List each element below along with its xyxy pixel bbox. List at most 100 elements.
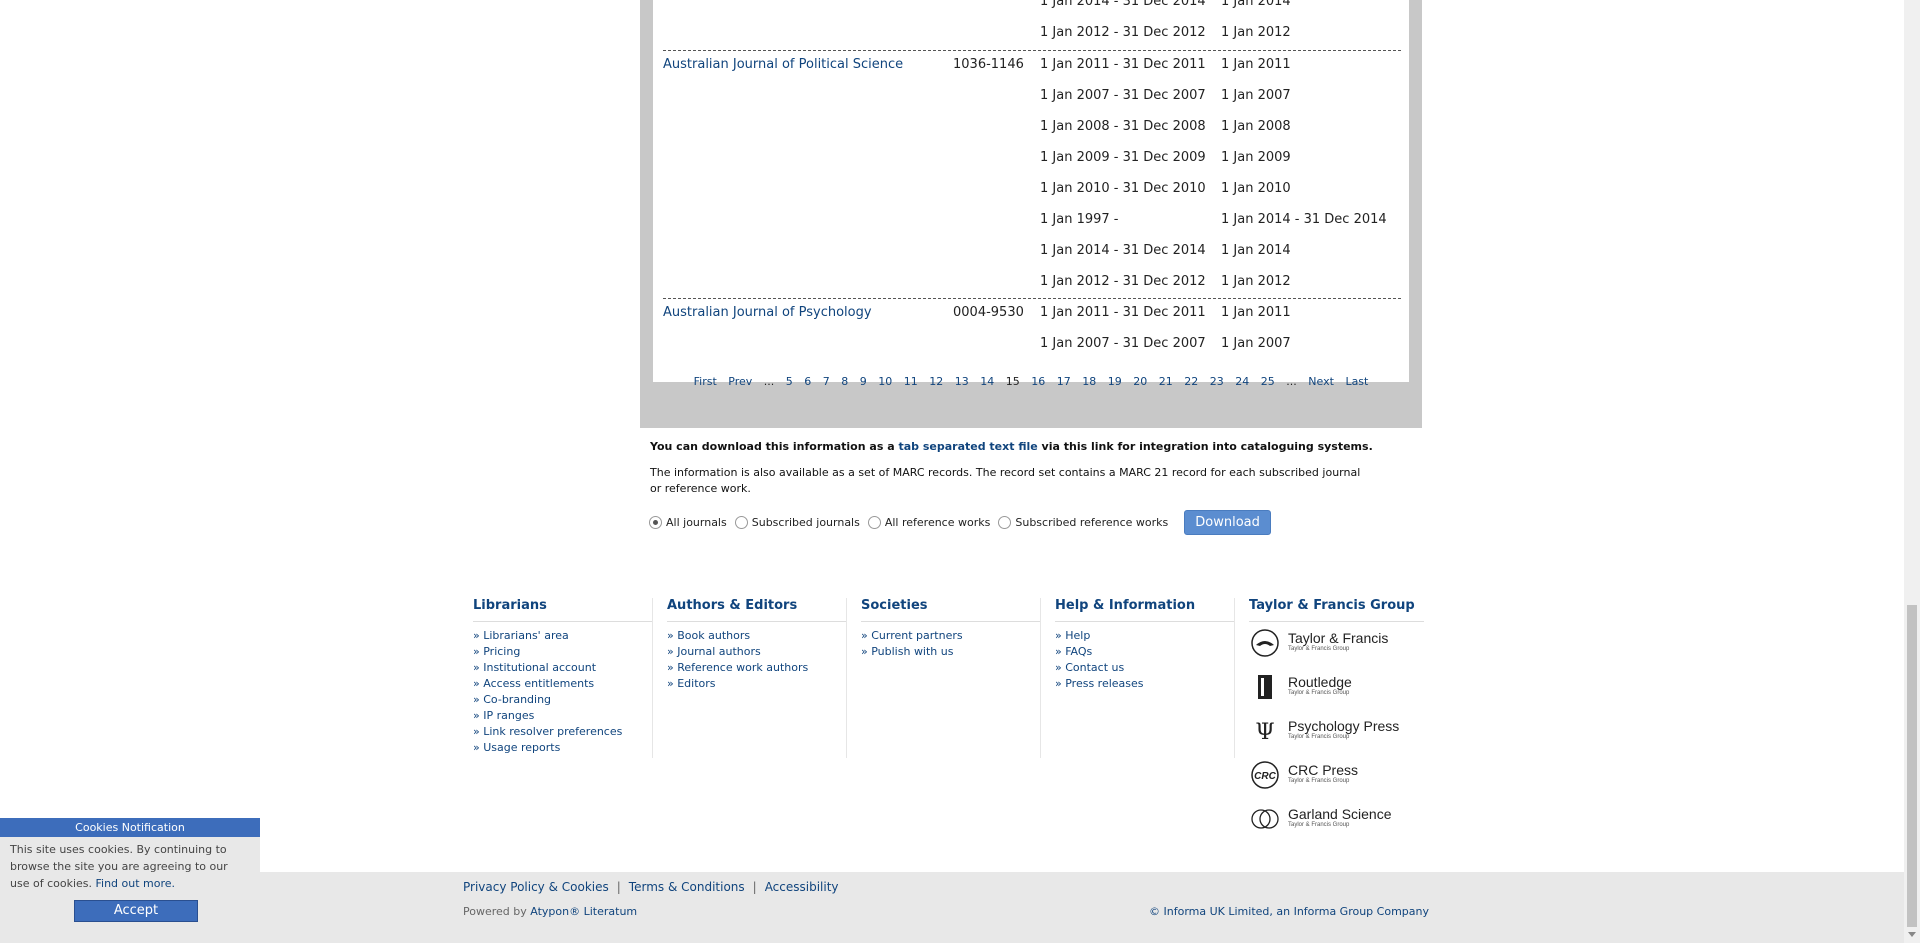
footer-link[interactable]: FAQs	[1055, 644, 1235, 660]
pagination: First Prev ... 5 6 7 8 9 10 11 12 13 14 …	[640, 375, 1422, 395]
footer-link[interactable]: Co-branding	[473, 692, 653, 708]
footer-link[interactable]: Journal authors	[667, 644, 847, 660]
pager-page[interactable]: 8	[841, 375, 848, 388]
powered-by: Powered by Atypon® Literatum	[463, 905, 637, 918]
pager-next[interactable]: Next	[1308, 375, 1334, 388]
footer-link[interactable]: Access entitlements	[473, 676, 653, 692]
svg-text:Ψ: Ψ	[1255, 720, 1274, 745]
pager-page[interactable]: 23	[1210, 375, 1224, 388]
routledge-logo-icon	[1258, 675, 1272, 699]
table-cell: 1 Jan 2014 - 31 Dec 2014	[1221, 212, 1387, 227]
pager-last[interactable]: Last	[1345, 375, 1368, 388]
tab-separated-file-link[interactable]: tab separated text file	[898, 440, 1037, 453]
radio-subscribed-journals[interactable]	[734, 516, 748, 529]
footer-link[interactable]: Current partners	[861, 628, 1041, 644]
pager-page[interactable]: 7	[823, 375, 830, 388]
pager-page[interactable]: 14	[980, 375, 994, 388]
holdings-table-container: 1 Jan 2014 - 31 Dec 2014 1 Jan 2014 1 Ja…	[640, 0, 1422, 428]
pager-page[interactable]: 10	[878, 375, 892, 388]
footer-column-societies: Societies Current partners Publish with …	[861, 598, 1041, 660]
footer-link[interactable]: Editors	[667, 676, 847, 692]
powered-by-label: Powered by	[463, 905, 531, 918]
pager-page[interactable]: 9	[860, 375, 867, 388]
table-cell: 1 Jan 2009	[1221, 150, 1291, 165]
footer-link[interactable]: Publish with us	[861, 644, 1041, 660]
table-cell: 1 Jan 1997 -	[1040, 212, 1119, 227]
privacy-policy-link[interactable]: Privacy Policy & Cookies	[463, 880, 609, 894]
footer-link[interactable]: Contact us	[1055, 660, 1235, 676]
journal-title-link[interactable]: Australian Journal of Political Science	[663, 57, 903, 72]
journal-title-link[interactable]: Australian Journal of Psychology	[663, 305, 872, 320]
marc-info: The information is also available as a s…	[650, 466, 1361, 495]
brand-taylor-francis[interactable]: Taylor & Francis Taylor & Francis Group	[1250, 628, 1400, 660]
footer-link[interactable]: Help	[1055, 628, 1235, 644]
pager-page[interactable]: 18	[1082, 375, 1096, 388]
footer-column-help: Help & Information Help FAQs Contact us …	[1055, 598, 1235, 692]
radio-all-journals[interactable]	[649, 516, 662, 529]
footer-link[interactable]: Press releases	[1055, 676, 1235, 692]
footer-divider	[1234, 598, 1235, 758]
brand-garland-science[interactable]: Garland Science Taylor & Francis Group	[1250, 804, 1400, 836]
pager-page[interactable]: 16	[1031, 375, 1045, 388]
brand-routledge[interactable]: Routledge Taylor & Francis Group	[1250, 672, 1400, 704]
footer-link[interactable]: Institutional account	[473, 660, 653, 676]
journal-issn: 0004-9530	[953, 305, 1024, 320]
footer-divider	[652, 598, 653, 758]
table-cell: 1 Jan 2011 - 31 Dec 2011	[1040, 57, 1206, 72]
accept-cookies-button[interactable]: Accept	[74, 900, 198, 922]
table-cell: 1 Jan 2012	[1221, 274, 1291, 289]
footer-link[interactable]: Link resolver preferences	[473, 724, 653, 740]
pager-first[interactable]: First	[694, 375, 717, 388]
table-cell: 1 Jan 2012	[1221, 25, 1291, 40]
scroll-down-arrow-icon[interactable]	[1908, 932, 1916, 937]
svg-text:CRC: CRC	[1254, 771, 1276, 782]
footer-link[interactable]: IP ranges	[473, 708, 653, 724]
pager-page[interactable]: 25	[1261, 375, 1275, 388]
pager-page[interactable]: 19	[1108, 375, 1122, 388]
pager-page[interactable]: 5	[786, 375, 793, 388]
table-cell: 1 Jan 2012 - 31 Dec 2012	[1040, 274, 1206, 289]
footer-link[interactable]: Pricing	[473, 644, 653, 660]
cookie-text: This site uses cookies. By continuing to…	[0, 837, 260, 892]
pager-page[interactable]: 13	[955, 375, 969, 388]
footer-column-title: Taylor & Francis Group	[1249, 598, 1424, 622]
table-cell: 1 Jan 2011	[1221, 57, 1291, 72]
pager-page[interactable]: 24	[1235, 375, 1249, 388]
terms-conditions-link[interactable]: Terms & Conditions	[629, 880, 745, 894]
brand-crc-press[interactable]: CRC CRC Press Taylor & Francis Group	[1250, 760, 1400, 792]
footer-link[interactable]: Book authors	[667, 628, 847, 644]
brand-psychology-press[interactable]: Ψ Psychology Press Taylor & Francis Grou…	[1250, 716, 1400, 748]
footer-link[interactable]: Librarians' area	[473, 628, 653, 644]
pager-page[interactable]: 22	[1184, 375, 1198, 388]
atypon-link[interactable]: Atypon® Literatum	[530, 905, 637, 918]
download-button[interactable]: Download	[1184, 510, 1271, 535]
radio-subscribed-reference-works[interactable]	[998, 516, 1012, 529]
scrollbar-thumb[interactable]	[1907, 605, 1917, 927]
pager-page[interactable]: 11	[904, 375, 918, 388]
psychology-press-logo-icon: Ψ	[1255, 720, 1274, 745]
footer-divider	[846, 598, 847, 758]
accessibility-link[interactable]: Accessibility	[765, 880, 839, 894]
brand-name: Routledge	[1288, 674, 1352, 690]
footer-column-title: Societies	[861, 598, 1041, 622]
table-cell: 1 Jan 2014	[1221, 0, 1291, 9]
download-info-suffix: via this link for integration into catal…	[1037, 440, 1373, 453]
footer-link[interactable]: Reference work authors	[667, 660, 847, 676]
radio-label: All journals	[666, 516, 727, 529]
pager-page[interactable]: 6	[804, 375, 811, 388]
table-cell: 1 Jan 2010	[1221, 181, 1291, 196]
find-out-more-link[interactable]: Find out more.	[96, 877, 176, 890]
footer-link[interactable]: Usage reports	[473, 740, 653, 756]
table-row: Australian Journal of Psychology 0004-95…	[663, 298, 1401, 369]
download-info-prefix: You can download this information as a	[650, 440, 899, 453]
brand-name: CRC Press	[1288, 762, 1359, 778]
table-cell: 1 Jan 2014	[1221, 243, 1291, 258]
pager-page[interactable]: 17	[1057, 375, 1071, 388]
page-scrollbar[interactable]	[1904, 0, 1920, 943]
radio-all-reference-works[interactable]	[867, 516, 881, 529]
garland-science-logo-icon	[1251, 809, 1279, 829]
pager-page[interactable]: 21	[1159, 375, 1173, 388]
pager-page[interactable]: 12	[929, 375, 943, 388]
pager-page[interactable]: 20	[1133, 375, 1147, 388]
pager-prev[interactable]: Prev	[728, 375, 752, 388]
